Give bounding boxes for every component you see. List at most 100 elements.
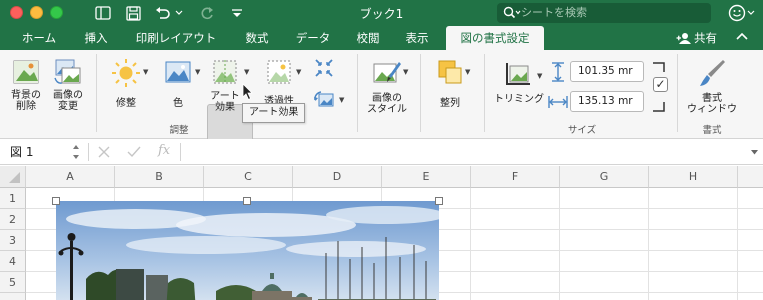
tab-home[interactable]: ホーム xyxy=(8,26,70,50)
minimize-window-button[interactable] xyxy=(30,6,43,19)
grid-line xyxy=(737,188,738,300)
corrections-dropdown-icon[interactable]: ▼ xyxy=(143,68,148,76)
ribbon-separator xyxy=(484,54,485,132)
crop-label: トリミング xyxy=(494,94,544,105)
artistic-effects-button[interactable]: アート 効果 xyxy=(208,58,242,113)
select-all-corner[interactable] xyxy=(0,166,26,188)
ribbon-separator xyxy=(420,54,421,132)
remove-background-button[interactable]: 背景の 削除 xyxy=(6,58,46,112)
arrange-label: 整列 xyxy=(440,98,460,109)
tab-data[interactable]: データ xyxy=(288,26,338,50)
remove-background-label-2: 削除 xyxy=(16,101,36,112)
ribbon-tab-bar: ホーム 挿入 印刷レイアウト 数式 データ 校閲 表示 図の書式設定 共有 xyxy=(0,26,763,50)
resize-handle-top[interactable] xyxy=(243,197,251,205)
color-dropdown-icon[interactable]: ▼ xyxy=(195,68,200,76)
tab-view[interactable]: 表示 xyxy=(398,26,436,50)
tab-insert[interactable]: 挿入 xyxy=(76,26,116,50)
arrange-button[interactable]: 整列 xyxy=(430,58,470,109)
share-label: 共有 xyxy=(694,31,717,45)
redo-icon[interactable] xyxy=(198,4,216,22)
picture-color-icon xyxy=(165,61,191,83)
change-picture-icon xyxy=(54,59,81,84)
select-all-icon xyxy=(9,172,20,183)
ribbon-panel: 背景の 削除 画像の 変更 修整 ▼ 色 ▼ アート 効果 ▼ 透過性 ▼ ▼ … xyxy=(0,50,763,142)
crop-icon xyxy=(506,63,530,85)
change-picture-label-2: 変更 xyxy=(58,101,78,112)
share-button[interactable]: 共有 xyxy=(676,26,717,50)
close-window-button[interactable] xyxy=(10,6,23,19)
maximize-window-button[interactable] xyxy=(50,6,63,19)
row-header-6[interactable] xyxy=(0,293,26,300)
row-header-1[interactable]: 1 xyxy=(0,188,26,209)
expand-formula-bar-icon[interactable] xyxy=(750,149,759,156)
customize-toolbar-icon[interactable] xyxy=(228,4,246,22)
column-header-a[interactable]: A xyxy=(26,166,115,188)
row-header-5[interactable]: 5 xyxy=(0,272,26,293)
row-header-2[interactable]: 2 xyxy=(0,209,26,230)
search-icon xyxy=(503,6,521,22)
column-header-e[interactable]: E xyxy=(382,166,471,188)
collapse-ribbon-icon[interactable] xyxy=(736,31,748,44)
corrections-label: 修整 xyxy=(116,98,136,109)
ribbon-separator xyxy=(677,54,678,132)
format-pane-button[interactable]: 書式 ウィンドウ xyxy=(684,58,740,115)
inserted-picture[interactable] xyxy=(56,201,439,300)
picture-styles-button[interactable]: 画像の スタイル xyxy=(364,58,410,115)
width-field[interactable]: 135.13 mr xyxy=(570,91,644,112)
insert-function-icon[interactable]: fx xyxy=(158,143,170,158)
undo-icon[interactable] xyxy=(154,4,172,22)
picture-styles-dropdown-icon[interactable]: ▼ xyxy=(403,68,408,76)
save-icon[interactable] xyxy=(124,4,142,22)
formula-bar-separator xyxy=(180,143,181,161)
transparency-dropdown-icon[interactable]: ▼ xyxy=(296,68,301,76)
format-pane-label-2: ウィンドウ xyxy=(687,104,737,115)
transparency-button[interactable]: 透過性 xyxy=(260,58,298,107)
artistic-effects-label-2: 効果 xyxy=(215,102,235,113)
tab-page-layout[interactable]: 印刷レイアウト xyxy=(128,26,224,50)
row-header-4[interactable]: 4 xyxy=(0,251,26,272)
column-header-g[interactable]: G xyxy=(560,166,649,188)
column-header-f[interactable]: F xyxy=(471,166,560,188)
column-header-i[interactable] xyxy=(738,166,763,188)
crop-dropdown-icon[interactable]: ▼ xyxy=(537,72,542,80)
resize-handle-top-right[interactable] xyxy=(435,197,443,205)
tab-formulas[interactable]: 数式 xyxy=(236,26,278,50)
tab-picture-format[interactable]: 図の書式設定 xyxy=(446,26,544,50)
reset-picture-button[interactable] xyxy=(313,90,335,113)
name-box-stepper-icon[interactable] xyxy=(71,143,81,161)
search-sheet-input[interactable]: シートを検索 xyxy=(497,3,711,23)
arrange-dropdown-icon[interactable]: ▼ xyxy=(465,68,470,76)
column-header-h[interactable]: H xyxy=(649,166,738,188)
format-pane-label-1: 書式 xyxy=(702,93,722,104)
feedback-smiley-icon[interactable] xyxy=(728,4,756,25)
corrections-button[interactable]: 修整 xyxy=(104,58,148,109)
row-header-3[interactable]: 3 xyxy=(0,230,26,251)
crop-button[interactable]: トリミング xyxy=(494,62,544,105)
enter-check-icon[interactable] xyxy=(127,146,141,158)
lock-aspect-ratio-checkbox[interactable]: ✓ xyxy=(653,77,668,92)
size-group-label: サイズ xyxy=(567,125,597,136)
sidebar-toggle-icon[interactable] xyxy=(94,4,112,22)
ribbon-separator xyxy=(96,54,97,132)
undo-dropdown-icon[interactable] xyxy=(174,4,184,22)
change-picture-button[interactable]: 画像の 変更 xyxy=(48,58,88,112)
ribbon-separator xyxy=(357,54,358,132)
tab-review[interactable]: 校閲 xyxy=(350,26,386,50)
color-button[interactable]: 色 xyxy=(156,58,200,109)
compress-pictures-button[interactable] xyxy=(313,58,335,81)
color-label: 色 xyxy=(173,98,183,109)
formula-bar: 図 1 fx xyxy=(0,139,763,165)
grid-line xyxy=(470,188,471,300)
cancel-icon[interactable] xyxy=(98,146,110,158)
artistic-effects-dropdown-icon[interactable]: ▼ xyxy=(244,68,249,76)
column-header-b[interactable]: B xyxy=(115,166,204,188)
resize-handle-top-left[interactable] xyxy=(52,197,60,205)
height-field[interactable]: 101.35 mr xyxy=(570,61,644,82)
column-header-d[interactable]: D xyxy=(293,166,382,188)
formula-input[interactable] xyxy=(190,144,740,160)
picture-styles-icon xyxy=(373,62,401,83)
column-header-c[interactable]: C xyxy=(204,166,293,188)
reset-picture-dropdown-icon[interactable]: ▼ xyxy=(339,96,344,104)
reset-picture-icon xyxy=(314,91,334,107)
artistic-effects-label-1: アート xyxy=(210,91,240,102)
